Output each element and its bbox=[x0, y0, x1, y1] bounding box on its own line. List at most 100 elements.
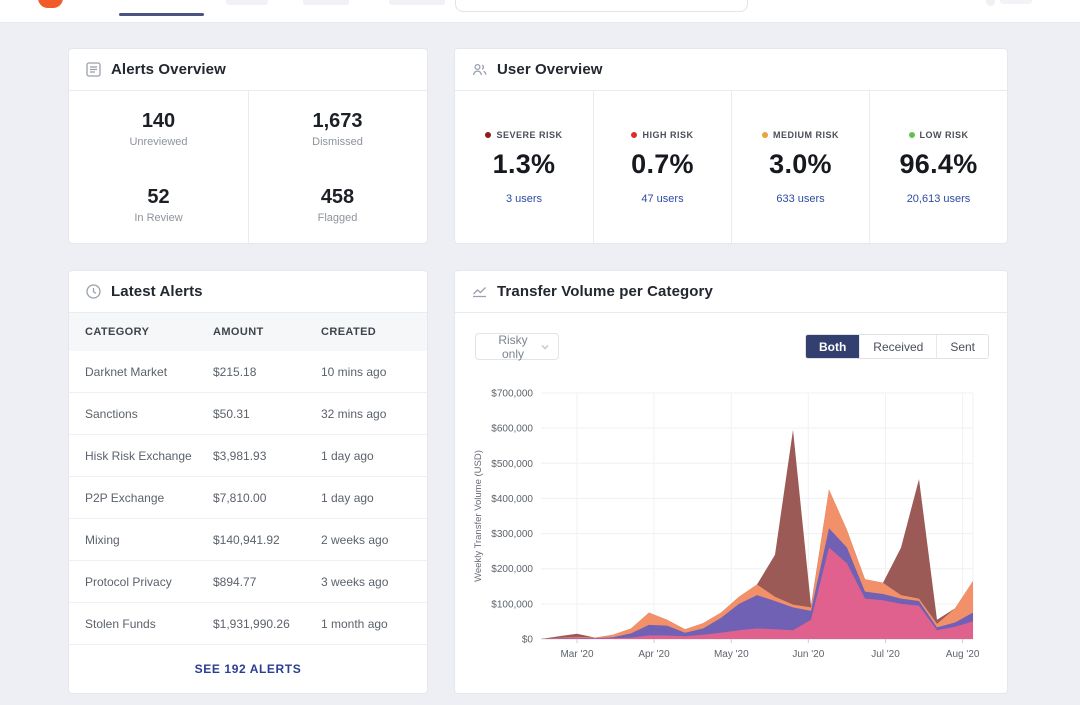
cell-amount: $894.77 bbox=[213, 575, 321, 589]
alerts-overview-icon bbox=[85, 61, 102, 78]
svg-text:May '20: May '20 bbox=[714, 649, 749, 660]
table-row[interactable]: Darknet Market $215.18 10 mins ago bbox=[69, 351, 427, 393]
alert-stat-label: In Review bbox=[134, 212, 182, 224]
volume-direction-toggle: Both Received Sent bbox=[805, 334, 989, 359]
card-header: User Overview bbox=[455, 49, 1007, 91]
chevron-down-icon bbox=[540, 342, 550, 352]
cell-created: 2 weeks ago bbox=[321, 533, 411, 547]
table-row[interactable]: Sanctions $50.31 32 mins ago bbox=[69, 393, 427, 435]
transfer-volume-card: Transfer Volume per Category Risky only … bbox=[454, 270, 1008, 694]
table-row[interactable]: Hisk Risk Exchange $3,981.93 1 day ago bbox=[69, 435, 427, 477]
avatar bbox=[986, 0, 995, 6]
svg-text:$700,000: $700,000 bbox=[491, 389, 533, 400]
cell-amount: $140,941.92 bbox=[213, 533, 321, 547]
cell-created: 32 mins ago bbox=[321, 407, 411, 421]
card-header: Alerts Overview bbox=[69, 49, 427, 91]
risk-label: MEDIUM RISK bbox=[773, 130, 839, 140]
dashboard-page: Alerts Overview 140 Unreviewed 1,673 Dis… bbox=[0, 0, 1080, 705]
risk-dot-icon bbox=[762, 132, 768, 138]
alert-stat-value: 52 bbox=[147, 186, 169, 209]
cell-amount: $1,931,990.26 bbox=[213, 617, 321, 631]
risk-percent: 1.3% bbox=[493, 149, 556, 180]
cell-created: 1 day ago bbox=[321, 491, 411, 505]
cell-category: Mixing bbox=[85, 533, 213, 547]
cell-category: Protocol Privacy bbox=[85, 575, 213, 589]
user-name-placeholder bbox=[1000, 0, 1032, 4]
svg-text:$100,000: $100,000 bbox=[491, 599, 533, 610]
nav-item[interactable] bbox=[226, 0, 268, 5]
cell-created: 1 day ago bbox=[321, 449, 411, 463]
trend-chart-icon bbox=[471, 283, 488, 300]
cell-category: Sanctions bbox=[85, 407, 213, 421]
table-body: Darknet Market $215.18 10 mins ago Sanct… bbox=[69, 351, 427, 645]
toggle-both[interactable]: Both bbox=[806, 335, 859, 358]
column-header: CATEGORY bbox=[85, 326, 213, 338]
svg-text:$200,000: $200,000 bbox=[491, 564, 533, 575]
alert-stat-value: 1,673 bbox=[312, 110, 362, 133]
alerts-overview-card: Alerts Overview 140 Unreviewed 1,673 Dis… bbox=[68, 48, 428, 244]
toggle-received[interactable]: Received bbox=[859, 335, 936, 358]
user-menu[interactable] bbox=[986, 0, 1032, 7]
nav-item[interactable] bbox=[303, 0, 349, 5]
alerts-overview-grid: 140 Unreviewed 1,673 Dismissed 52 In Rev… bbox=[69, 91, 427, 243]
transfer-volume-chart: $0 $100,000 $200,000 $300,000 $400,000 $500,0… bbox=[455, 375, 1008, 694]
see-all-alerts-link[interactable]: SEE 192 ALERTS bbox=[195, 662, 302, 676]
svg-text:Apr '20: Apr '20 bbox=[638, 649, 670, 660]
active-tab-indicator bbox=[119, 13, 204, 16]
table-row[interactable]: Mixing $140,941.92 2 weeks ago bbox=[69, 519, 427, 561]
risky-filter-dropdown[interactable]: Risky only bbox=[475, 333, 559, 360]
latest-alerts-card: Latest Alerts CATEGORY AMOUNT CREATED Da… bbox=[68, 270, 428, 694]
cell-created: 10 mins ago bbox=[321, 365, 411, 379]
cell-category: P2P Exchange bbox=[85, 491, 213, 505]
search-input[interactable] bbox=[455, 0, 748, 12]
risk-dot-icon bbox=[909, 132, 915, 138]
risk-users-link[interactable]: 633 users bbox=[776, 193, 824, 205]
svg-text:$500,000: $500,000 bbox=[491, 459, 533, 470]
table-row[interactable]: P2P Exchange $7,810.00 1 day ago bbox=[69, 477, 427, 519]
user-risk-stat: MEDIUM RISK 3.0% 633 users bbox=[731, 91, 869, 243]
svg-text:Mar '20: Mar '20 bbox=[560, 649, 593, 660]
card-title: User Overview bbox=[497, 61, 603, 78]
alert-stat: 52 In Review bbox=[69, 167, 248, 243]
card-title: Latest Alerts bbox=[111, 283, 203, 300]
column-header: AMOUNT bbox=[213, 326, 321, 338]
table-row[interactable]: Protocol Privacy $894.77 3 weeks ago bbox=[69, 561, 427, 603]
svg-text:$300,000: $300,000 bbox=[491, 529, 533, 540]
svg-text:Jul '20: Jul '20 bbox=[871, 649, 900, 660]
clock-icon bbox=[85, 283, 102, 300]
risk-percent: 3.0% bbox=[769, 149, 832, 180]
svg-text:Aug '20: Aug '20 bbox=[946, 649, 980, 660]
risk-percent: 96.4% bbox=[899, 149, 977, 180]
svg-text:$600,000: $600,000 bbox=[491, 424, 533, 435]
cell-created: 3 weeks ago bbox=[321, 575, 411, 589]
risk-users-link[interactable]: 20,613 users bbox=[907, 193, 971, 205]
toggle-sent[interactable]: Sent bbox=[936, 335, 988, 358]
nav-item[interactable] bbox=[389, 0, 445, 5]
svg-text:$400,000: $400,000 bbox=[491, 494, 533, 505]
svg-text:Weekly Transfer Volume (USD): Weekly Transfer Volume (USD) bbox=[473, 450, 484, 582]
alert-stat: 458 Flagged bbox=[248, 167, 427, 243]
risk-label: HIGH RISK bbox=[642, 130, 693, 140]
risk-label: LOW RISK bbox=[920, 130, 969, 140]
user-risk-stat: LOW RISK 96.4% 20,613 users bbox=[869, 91, 1007, 243]
cell-amount: $3,981.93 bbox=[213, 449, 321, 463]
table-header: CATEGORY AMOUNT CREATED bbox=[69, 313, 427, 351]
table-row[interactable]: Stolen Funds $1,931,990.26 1 month ago bbox=[69, 603, 427, 645]
risk-users-link[interactable]: 3 users bbox=[506, 193, 542, 205]
svg-text:$0: $0 bbox=[522, 635, 534, 646]
user-overview-grid: SEVERE RISK 1.3% 3 users HIGH RISK 0.7% … bbox=[455, 91, 1007, 243]
card-header: Latest Alerts bbox=[69, 271, 427, 313]
user-risk-stat: HIGH RISK 0.7% 47 users bbox=[593, 91, 731, 243]
app-logo[interactable] bbox=[38, 0, 63, 8]
risk-dot-icon bbox=[485, 132, 491, 138]
cell-category: Hisk Risk Exchange bbox=[85, 449, 213, 463]
risk-users-link[interactable]: 47 users bbox=[641, 193, 683, 205]
alert-stat-value: 140 bbox=[142, 110, 175, 133]
cell-category: Stolen Funds bbox=[85, 617, 213, 631]
alert-stat: 140 Unreviewed bbox=[69, 91, 248, 167]
cell-amount: $7,810.00 bbox=[213, 491, 321, 505]
risk-percent: 0.7% bbox=[631, 149, 694, 180]
user-risk-stat: SEVERE RISK 1.3% 3 users bbox=[455, 91, 593, 243]
top-nav bbox=[0, 0, 1080, 23]
risk-label: SEVERE RISK bbox=[496, 130, 562, 140]
